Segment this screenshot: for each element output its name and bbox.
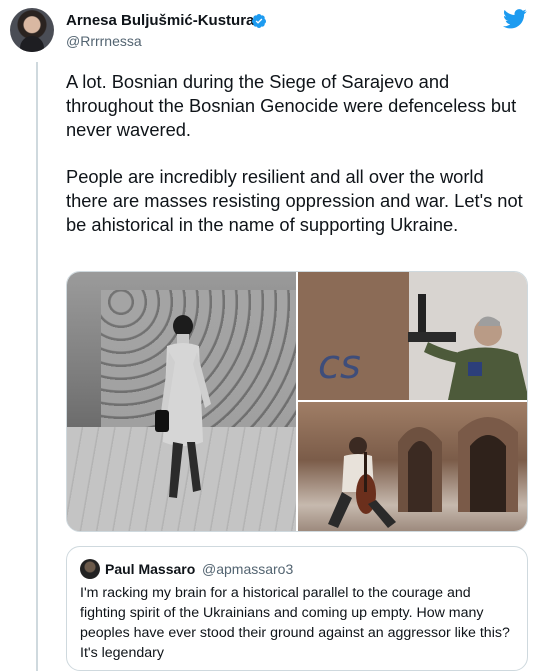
tweet-paragraph: A lot. Bosnian during the Siege of Saraj… <box>66 71 517 140</box>
ruined-arches <box>398 417 518 512</box>
twitter-bird-icon[interactable] <box>503 9 527 29</box>
photo-cellist-ruins[interactable] <box>298 402 527 531</box>
author-handle[interactable]: @Rrrrnessa <box>66 33 142 49</box>
photo-woman-walking[interactable] <box>67 272 296 531</box>
thread-line <box>36 62 38 671</box>
quoted-author-avatar <box>80 559 100 579</box>
quoted-tweet[interactable]: Paul Massaro @apmassaro3 I'm racking my … <box>66 546 528 671</box>
soldier-figure <box>408 294 527 400</box>
media-grid: cs <box>66 271 528 532</box>
quoted-author-handle: @apmassaro3 <box>202 561 294 577</box>
tweet-text: A lot. Bosnian during the Siege of Saraj… <box>66 70 526 260</box>
photo-soldier[interactable]: cs <box>298 272 527 400</box>
author-name[interactable]: Arnesa Buljušmić-Kustura <box>66 12 254 29</box>
graffiti-text: cs <box>318 342 361 388</box>
cellist-figure <box>328 437 396 528</box>
tweet-paragraph: People are incredibly resilient and all … <box>66 166 523 235</box>
quoted-author-name: Paul Massaro <box>105 561 196 577</box>
verified-badge-icon <box>251 14 266 28</box>
quoted-tweet-text: I'm racking my brain for a historical pa… <box>80 585 510 661</box>
woman-figure <box>155 315 211 498</box>
author-avatar[interactable] <box>10 8 54 52</box>
